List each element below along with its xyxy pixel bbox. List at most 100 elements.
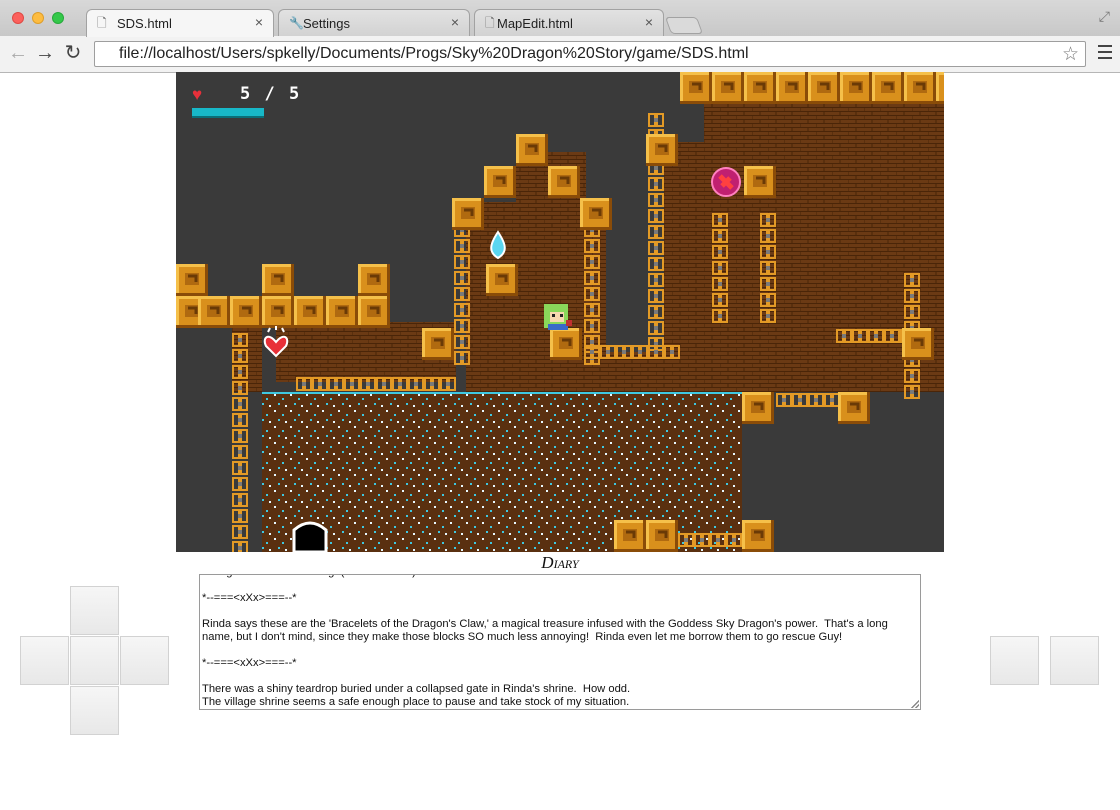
diary-line: The village shrine seems a safe enough p…: [202, 696, 630, 708]
gold-block: [612, 518, 648, 552]
chain-link: [231, 443, 249, 461]
gold-block: [484, 262, 520, 298]
doorway: [292, 521, 328, 552]
chain-link: [231, 459, 249, 477]
back-arrow-icon[interactable]: ←: [6, 41, 30, 65]
window-close-button[interactable]: [12, 12, 24, 24]
chain-link: [231, 507, 249, 525]
gold-block: [260, 294, 296, 330]
dpad-down-button[interactable]: [70, 686, 119, 735]
red-orb: [711, 167, 741, 197]
gold-block: [482, 164, 518, 200]
diary-line: *--===<xXx>===--*: [202, 592, 297, 604]
gold-block: [742, 72, 778, 106]
window-zoom-button[interactable]: [52, 12, 64, 24]
diary-textarea[interactable]: ----g ----g ( ---- )*--===<xXx>===--*Rin…: [199, 574, 921, 710]
game-scene: [176, 72, 944, 552]
chain-link: [231, 411, 249, 429]
dpad-up-button[interactable]: [70, 586, 119, 635]
browser-toolbar: ← → ↻ file://localhost/Users/spkelly/Doc…: [0, 36, 1120, 73]
address-bar[interactable]: file://localhost/Users/spkelly/Documents…: [94, 41, 1086, 67]
gold-block: [838, 72, 874, 106]
gold-block: [644, 518, 680, 552]
tab-sds[interactable]: 🗋 SDS.html ×: [86, 9, 274, 37]
chain-link: [391, 375, 409, 393]
game-canvas[interactable]: ♥ 5 / 5: [176, 72, 944, 552]
gold-block: [934, 72, 944, 106]
diary-line: *--===<xXx>===--*: [202, 657, 297, 669]
player-character: [544, 304, 572, 330]
dpad-left-button[interactable]: [20, 636, 69, 685]
gold-block: [292, 294, 328, 330]
chain-link: [647, 255, 665, 273]
chain-link: [647, 271, 665, 289]
tab-label: MapEdit.html: [497, 16, 573, 31]
gold-block: [870, 72, 906, 106]
chain-link: [647, 303, 665, 321]
gold-block: [548, 326, 584, 362]
reload-icon[interactable]: ↻: [61, 41, 85, 65]
chain-link: [647, 223, 665, 241]
gold-block: [902, 72, 938, 106]
url-text: file://localhost/Users/spkelly/Documents…: [119, 45, 749, 62]
new-tab-button[interactable]: [664, 17, 704, 34]
resize-handle[interactable]: [911, 700, 919, 708]
gold-block: [742, 164, 778, 200]
diary-blank-line: [202, 579, 918, 592]
chain-link: [231, 523, 249, 541]
chain-link: [439, 375, 457, 393]
gold-block: [710, 72, 746, 106]
chain-link: [647, 287, 665, 305]
chain-link: [647, 191, 665, 209]
chain-link: [647, 239, 665, 257]
wrench-icon: 🔧: [289, 16, 304, 30]
heart-icon: ♥: [192, 85, 203, 104]
chain-link: [295, 375, 313, 393]
gold-block: [774, 72, 810, 106]
chain-link: [407, 375, 425, 393]
chain-link: [375, 375, 393, 393]
gold-block: [356, 262, 392, 298]
tab-settings[interactable]: 🔧 Settings ×: [278, 9, 470, 36]
action-a-button[interactable]: [990, 636, 1039, 685]
tab-label: SDS.html: [117, 16, 172, 31]
chain-link: [647, 319, 665, 337]
gold-block: [900, 326, 936, 362]
action-b-button[interactable]: [1050, 636, 1099, 685]
page-icon: 🗋: [485, 16, 495, 30]
chain-link: [791, 391, 809, 409]
chain-link: [231, 395, 249, 413]
gold-block: [324, 294, 360, 330]
gold-block: [514, 132, 550, 168]
diary-title: Diary: [541, 553, 579, 572]
diary-blank-line: [202, 644, 918, 657]
gold-block: [176, 262, 210, 298]
tab-mapedit[interactable]: 🗋 MapEdit.html ×: [474, 9, 664, 36]
close-icon[interactable]: ×: [451, 15, 459, 29]
chain-link: [647, 207, 665, 225]
close-icon[interactable]: ×: [255, 15, 263, 29]
chain-link: [231, 475, 249, 493]
chain-link: [647, 175, 665, 193]
chain-link: [311, 375, 329, 393]
browser-tab-strip: 🗋 SDS.html × 🔧 Settings × 🗋 MapEdit.html…: [0, 0, 1120, 37]
forward-arrow-icon[interactable]: →: [33, 41, 57, 65]
gold-block: [644, 132, 680, 168]
chain-link: [775, 391, 793, 409]
fullscreen-icon[interactable]: ⤢: [1099, 8, 1110, 25]
gold-block: [356, 294, 392, 330]
gold-block: [420, 326, 456, 362]
dpad-right-button[interactable]: [120, 636, 169, 685]
bookmark-star-icon[interactable]: ☆: [1062, 43, 1079, 66]
close-icon[interactable]: ×: [645, 15, 653, 29]
chain-link: [823, 391, 841, 409]
menu-icon[interactable]: [1098, 45, 1112, 61]
diary-line: There was a shiny teardrop buried under …: [202, 683, 631, 695]
gold-block: [196, 294, 232, 330]
gold-block: [578, 196, 614, 232]
chain-link: [231, 539, 249, 552]
chain-link: [343, 375, 361, 393]
gold-block: [740, 518, 776, 552]
gold-block: [740, 390, 776, 426]
window-minimize-button[interactable]: [32, 12, 44, 24]
